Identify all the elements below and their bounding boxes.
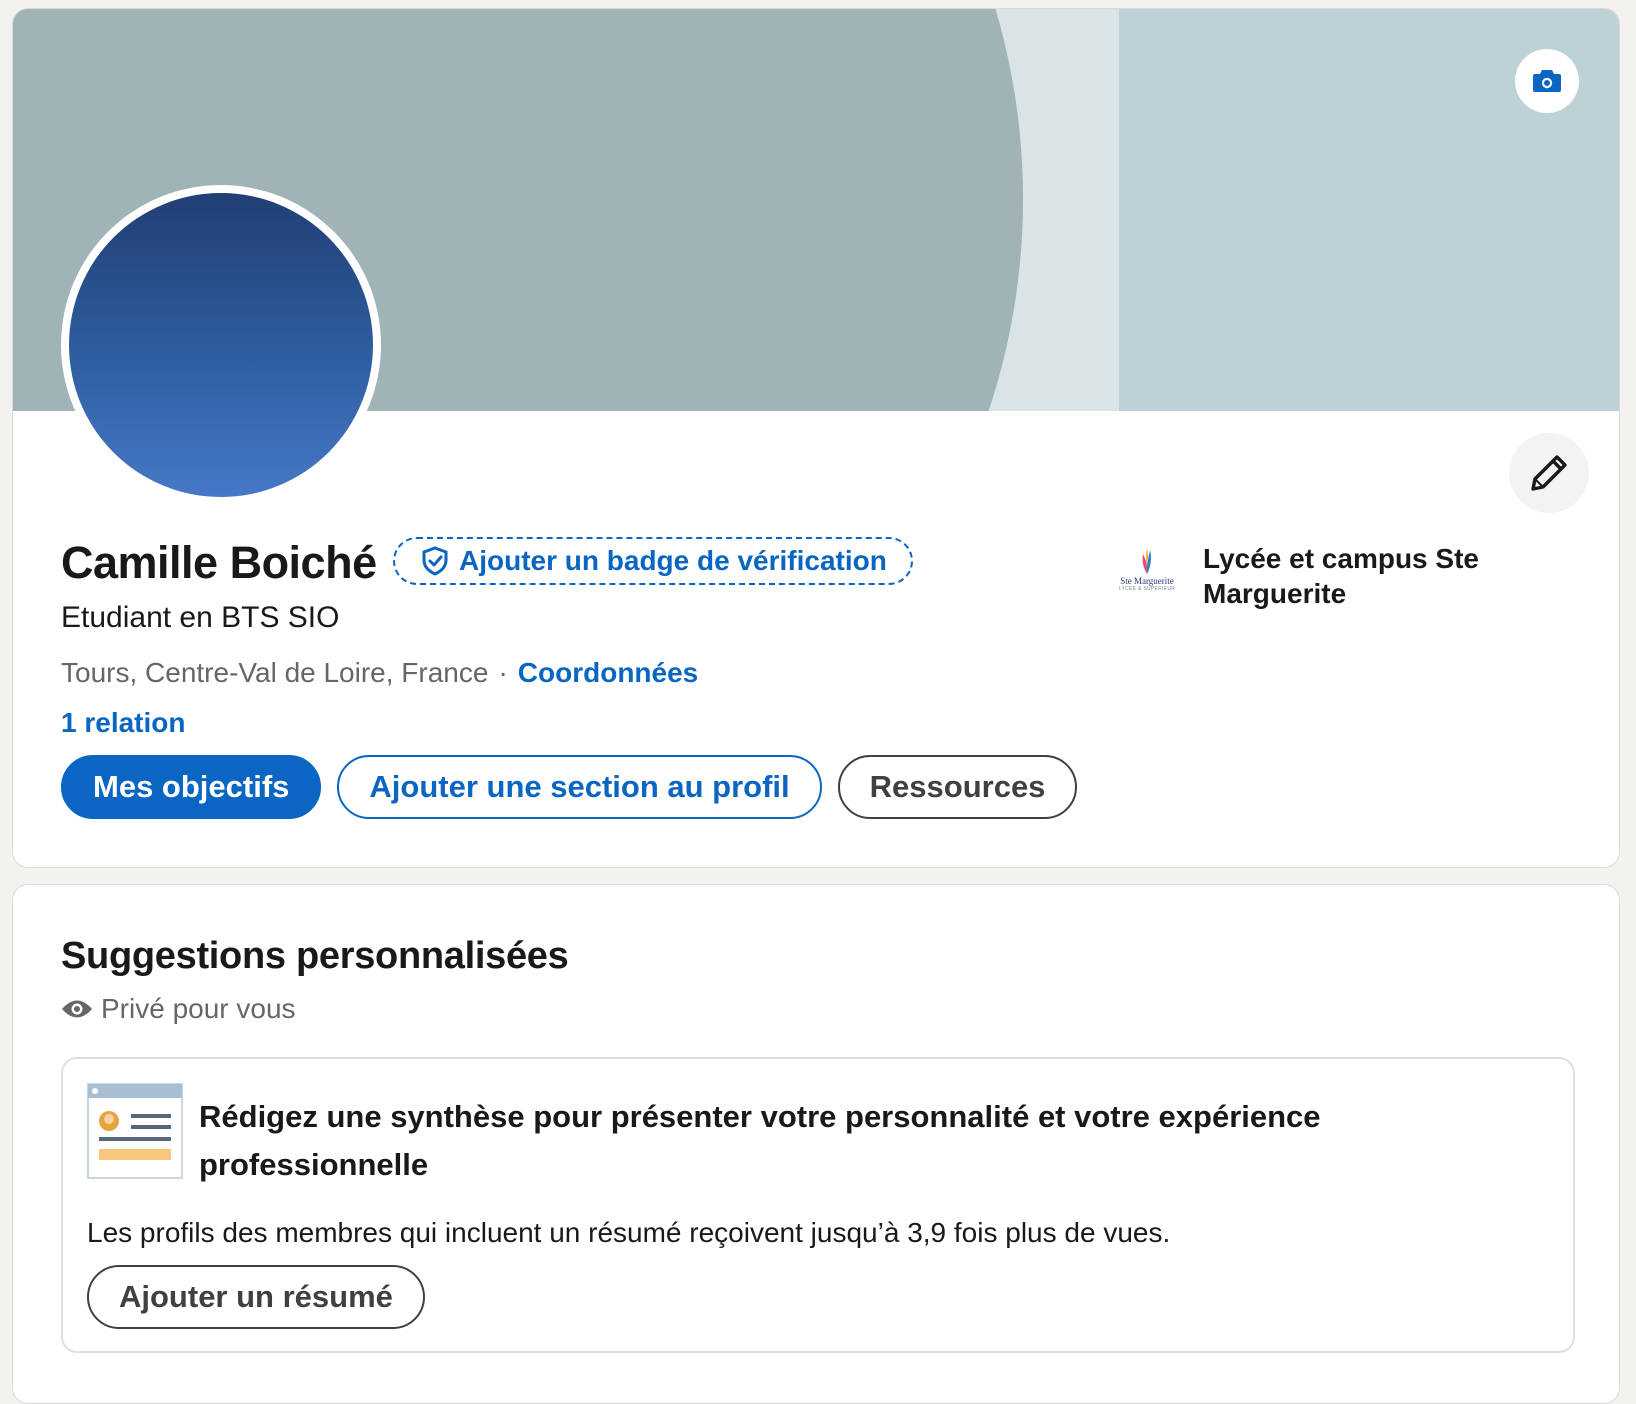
school-logo: Ste Marguerite LYCÉE & SUPÉRIEUR bbox=[1111, 533, 1183, 605]
suggestion-title: Rédigez une synthèse pour présenter votr… bbox=[199, 1099, 1321, 1182]
goals-button[interactable]: Mes objectifs bbox=[61, 755, 322, 819]
shield-check-icon bbox=[422, 546, 448, 576]
contact-info-link[interactable]: Coordonnées bbox=[518, 657, 698, 689]
school-name: Lycée et campus Ste Marguerite bbox=[1203, 543, 1479, 609]
pencil-icon bbox=[1531, 455, 1567, 491]
profile-card-illustration-icon bbox=[87, 1083, 183, 1179]
separator-dot: · bbox=[498, 657, 508, 688]
profile-headline: Etudiant en BTS SIO bbox=[61, 601, 340, 634]
school-link[interactable]: Ste Marguerite LYCÉE & SUPÉRIEUR Lycée e… bbox=[1111, 533, 1503, 611]
location-row: Tours, Centre-Val de Loire, France · Coo… bbox=[61, 657, 698, 689]
add-profile-section-button[interactable]: Ajouter une section au profil bbox=[337, 755, 822, 819]
visibility-label: Privé pour vous bbox=[101, 993, 296, 1024]
connections-link[interactable]: 1 relation bbox=[61, 707, 185, 739]
edit-banner-button[interactable] bbox=[1515, 49, 1579, 113]
profile-actions: Mes objectifs Ajouter une section au pro… bbox=[61, 755, 1078, 819]
profile-location: Tours, Centre-Val de Loire, France bbox=[61, 657, 489, 688]
eye-icon bbox=[62, 1000, 92, 1018]
visibility-row: Privé pour vous bbox=[61, 993, 296, 1025]
school-logo-flame-icon bbox=[1142, 548, 1151, 574]
school-logo-text: Ste Marguerite bbox=[1120, 576, 1174, 586]
suggestions-title: Suggestions personnalisées bbox=[61, 935, 569, 977]
resources-button[interactable]: Ressources bbox=[837, 755, 1078, 819]
school-logo-subtext: LYCÉE & SUPÉRIEUR bbox=[1118, 586, 1176, 592]
profile-photo[interactable] bbox=[61, 185, 381, 505]
verification-badge-label: Ajouter un badge de vérification bbox=[459, 545, 887, 576]
profile-photo-image bbox=[69, 193, 373, 497]
profile-name: Camille Boiché bbox=[61, 537, 377, 588]
profile-card: Camille Boiché Ajouter un badge de vérif… bbox=[12, 8, 1620, 868]
add-verification-badge-button[interactable]: Ajouter un badge de vérification bbox=[393, 537, 913, 585]
suggestions-card: Suggestions personnalisées Privé pour vo… bbox=[12, 884, 1620, 1404]
add-summary-button[interactable]: Ajouter un résumé bbox=[87, 1265, 425, 1329]
edit-profile-button[interactable] bbox=[1509, 433, 1589, 513]
summary-suggestion-card: Rédigez une synthèse pour présenter votr… bbox=[61, 1057, 1575, 1353]
suggestion-description: Les profils des membres qui incluent un … bbox=[87, 1217, 1171, 1248]
camera-icon bbox=[1533, 70, 1561, 92]
